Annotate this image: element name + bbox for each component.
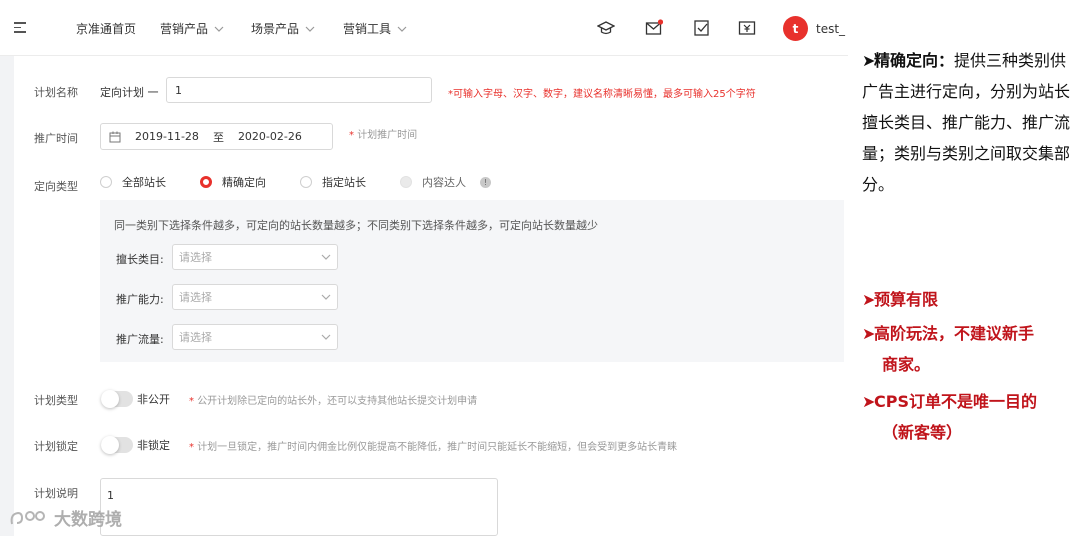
plan-name-value: 1 [175, 83, 182, 97]
radio-content-experts-label: 内容达人 [422, 176, 466, 189]
note-cps-text-2: （新客等） [882, 423, 963, 442]
cond-label-traffic: 推广流量: [116, 333, 164, 346]
avatar[interactable]: t [783, 16, 808, 41]
select-category-placeholder: 请选择 [179, 251, 212, 264]
plan-name-label: 计划名称 [34, 86, 78, 99]
plan-desc-value: 1 [107, 489, 114, 502]
radio-circle [300, 176, 312, 188]
plan-name-prefix: 定向计划 一 [100, 86, 159, 99]
nav-marketing-tools[interactable]: 营销工具 [343, 20, 407, 37]
menu-toggle-icon[interactable] [14, 22, 26, 34]
chevron-down-icon [397, 26, 407, 32]
calendar-icon [109, 131, 121, 142]
plan-desc-label: 计划说明 [34, 487, 78, 500]
promo-start-date: 2019-11-28 [135, 130, 199, 143]
note-cps: ➤CPS订单不是唯一目的 （新客等） [862, 386, 1076, 448]
chevron-down-icon [305, 26, 315, 32]
nav-marketing-tools-label: 营销工具 [343, 22, 392, 36]
chevron-down-icon [321, 254, 331, 260]
watermark-logo-icon [10, 510, 45, 524]
radio-circle-selected [200, 176, 212, 188]
cond-label-category: 擅长类目: [116, 253, 164, 266]
chevron-down-icon [321, 334, 331, 340]
plan-lock-switch-text: 非锁定 [137, 439, 170, 452]
nav-scene-products-label: 场景产品 [251, 22, 300, 36]
nav-home[interactable]: 京准通首页 [76, 20, 136, 37]
cond-label-ability: 推广能力: [116, 293, 164, 306]
radio-specified-hosts[interactable]: 指定站长 [300, 174, 366, 190]
note-budget: ➤预算有限 [862, 284, 1076, 315]
radio-all-hosts-label: 全部站长 [122, 176, 166, 189]
plan-type-switch-text: 非公开 [137, 393, 170, 406]
promo-end-date: 2020-02-26 [237, 130, 302, 143]
watermark-text: 大数跨境 [54, 510, 122, 530]
note-cps-text-1: CPS订单不是唯一目的 [874, 392, 1037, 411]
plan-lock-hint-text: 计划一旦锁定，推广时间内佣金比例仅能提高不能降低，推广时间只能延长不能缩短，但会… [197, 442, 678, 453]
arrow-bullet-icon: ➤ [862, 290, 876, 309]
note-advanced: ➤高阶玩法，不建议新手 商家。 [862, 318, 1076, 380]
plan-name-hint: *可输入字母、汉字、数字，建议名称清晰易懂，最多可输入25个字符 [448, 89, 756, 100]
radio-circle [100, 176, 112, 188]
graduation-cap-icon[interactable] [597, 19, 615, 37]
plan-type-switch[interactable] [101, 390, 133, 408]
arrow-bullet-icon: ➤ [862, 324, 876, 343]
note-advanced-text-2: 商家。 [882, 355, 931, 374]
watermark: 大数跨境 [8, 505, 122, 530]
nav-marketing-products-label: 营销产品 [160, 22, 209, 36]
chevron-down-icon [321, 294, 331, 300]
nav-home-label: 京准通首页 [76, 22, 137, 36]
plan-lock-hint: * 计划一旦锁定，推广时间内佣金比例仅能提高不能降低，推广时间只能延长不能缩短，… [189, 442, 678, 453]
nav-marketing-products[interactable]: 营销产品 [160, 20, 224, 37]
yen-bill-icon[interactable] [738, 19, 756, 37]
arrow-bullet-icon: ➤ [862, 392, 876, 411]
top-nav: 京准通首页 营销产品 场景产品 营销工具 t test_ [0, 0, 848, 56]
left-strip [0, 56, 14, 536]
select-traffic[interactable]: 请选择 [172, 324, 338, 350]
note-precise-title: 精确定向： [874, 51, 955, 70]
note-budget-text: 预算有限 [874, 290, 939, 309]
radio-content-experts: 内容达人 ! [400, 174, 491, 190]
promo-date-separator: 至 [212, 130, 224, 144]
plan-lock-switch[interactable] [101, 436, 133, 454]
nav-scene-products[interactable]: 场景产品 [251, 20, 315, 37]
username[interactable]: test_ [816, 22, 846, 36]
mail-icon[interactable] [645, 19, 663, 37]
radio-precise-targeting[interactable]: 精确定向 [200, 174, 266, 190]
plan-type-label: 计划类型 [34, 394, 78, 407]
plan-type-hint: * 公开计划除已定向的站长外，还可以支持其他站长提交计划申请 [189, 396, 478, 407]
promo-time-hint: * 计划推广时间 [349, 130, 418, 141]
promo-time-range[interactable]: 2019-11-28 至 2020-02-26 [100, 123, 333, 150]
select-category[interactable]: 请选择 [172, 244, 338, 270]
radio-specified-hosts-label: 指定站长 [322, 176, 366, 189]
conditions-panel: 同一类别下选择条件越多，可定向的站长数量越多；不同类别下选择条件越多，可定向站长… [100, 200, 844, 362]
select-ability[interactable]: 请选择 [172, 284, 338, 310]
edit-note-icon[interactable] [693, 19, 711, 37]
plan-type-hint-text: 公开计划除已定向的站长外，还可以支持其他站长提交计划申请 [197, 396, 478, 407]
radio-all-hosts[interactable]: 全部站长 [100, 174, 166, 190]
radio-precise-targeting-label: 精确定向 [222, 176, 266, 189]
note-advanced-text-1: 高阶玩法，不建议新手 [874, 324, 1035, 343]
select-traffic-placeholder: 请选择 [179, 331, 212, 344]
plan-lock-label: 计划锁定 [34, 440, 78, 453]
promo-time-hint-text: 计划推广时间 [357, 130, 418, 141]
radio-circle-disabled [400, 176, 412, 188]
note-precise-targeting: ➤精确定向：提供三种类别供广告主进行定向，分别为站长擅长类目、推广能力、推广流量… [862, 45, 1076, 200]
plan-name-input[interactable]: 1 [166, 77, 432, 103]
info-icon[interactable]: ! [480, 176, 491, 188]
target-type-label: 定向类型 [34, 180, 78, 193]
select-ability-placeholder: 请选择 [179, 291, 212, 304]
conditions-tip: 同一类别下选择条件越多，可定向的站长数量越多；不同类别下选择条件越多，可定向站长… [114, 219, 598, 232]
arrow-bullet-icon: ➤ [862, 51, 876, 70]
note-precise-body: 提供三种类别供广告主进行定向，分别为站长擅长类目、推广能力、推广流量；类别与类别… [862, 51, 1071, 194]
promo-time-label: 推广时间 [34, 132, 78, 145]
plan-desc-textarea[interactable]: 1 [100, 478, 498, 536]
chevron-down-icon [214, 26, 224, 32]
